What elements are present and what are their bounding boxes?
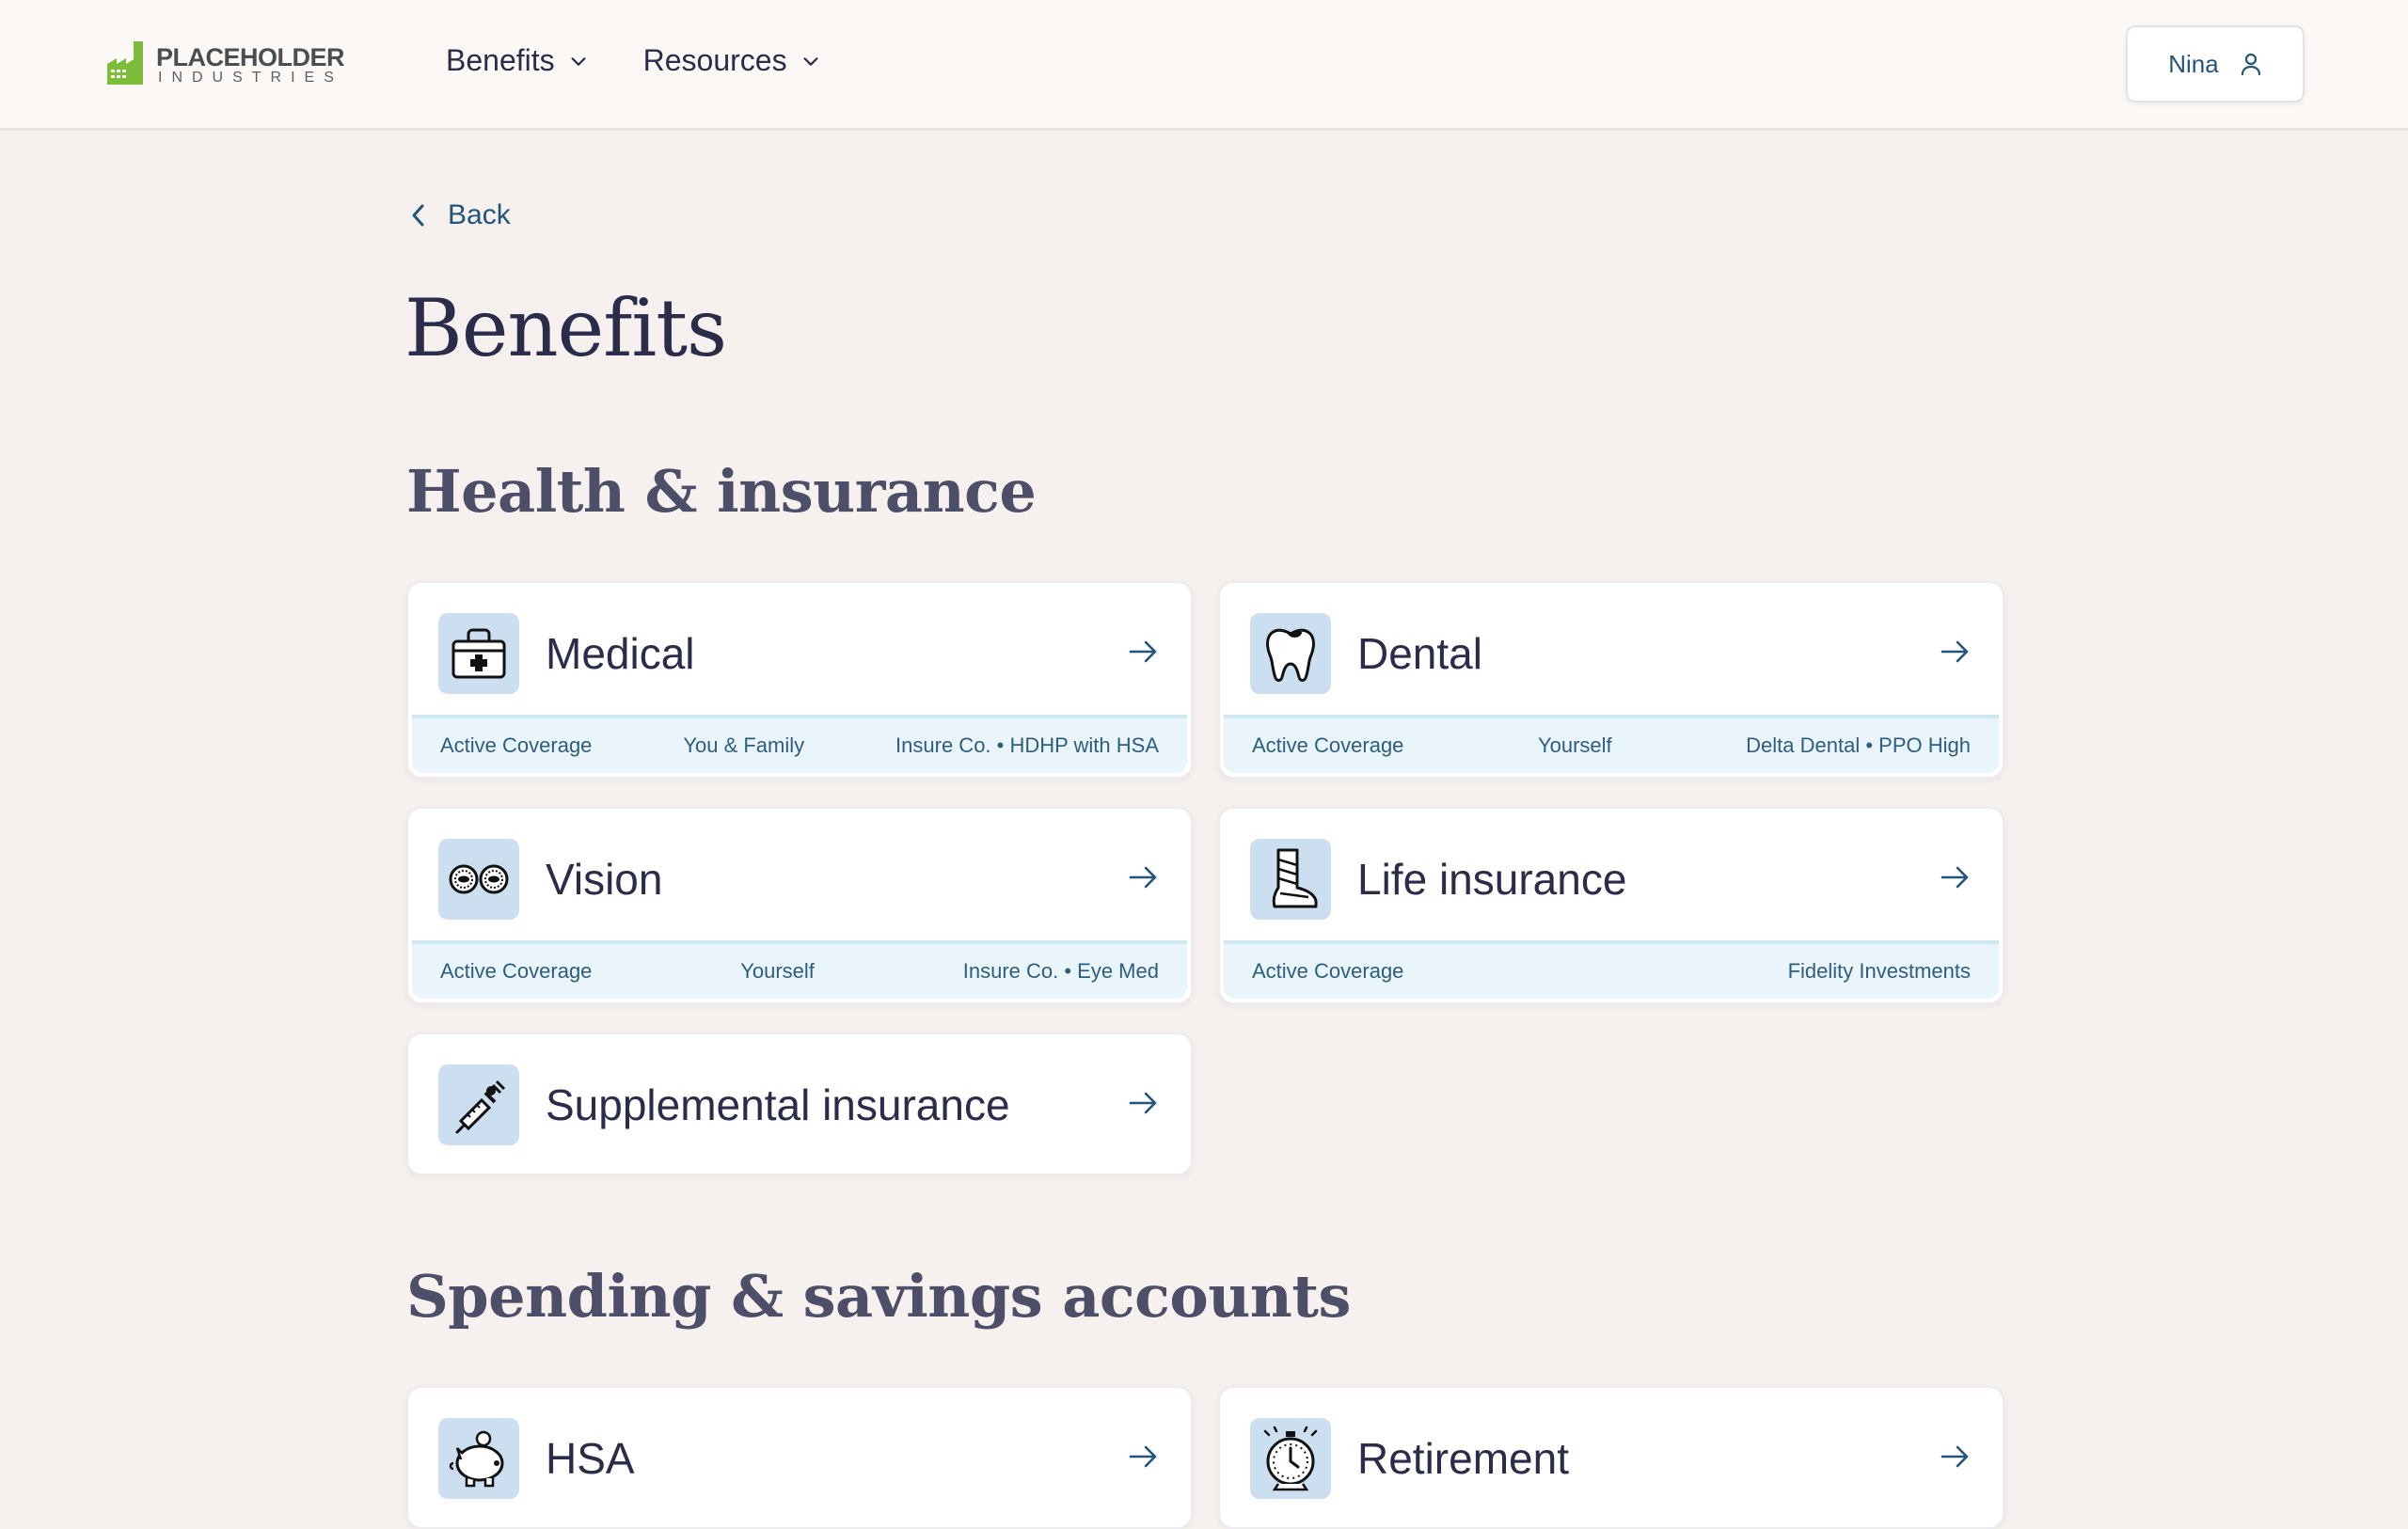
- eyes-icon: [438, 839, 519, 920]
- card-title: Retirement: [1357, 1434, 1569, 1483]
- card-coverage-summary: Active Coverage Yourself Insure Co. • Ey…: [412, 940, 1187, 999]
- arrow-right-icon: [1941, 640, 1969, 663]
- card-title: HSA: [546, 1434, 635, 1483]
- back-label: Back: [448, 199, 511, 230]
- stopwatch-icon: [1250, 1418, 1331, 1499]
- coverage-plan: Insure Co. • Eye Med: [962, 959, 1159, 983]
- nav-resources-dropdown[interactable]: Resources: [643, 43, 821, 78]
- user-icon: [2241, 53, 2260, 76]
- arrow-right-icon: [1129, 1445, 1157, 1468]
- page-title: Benefits: [404, 282, 727, 374]
- coverage-members: Yourself: [1537, 733, 1612, 757]
- section-title-spending: Spending & savings accounts: [406, 1262, 1351, 1331]
- arrow-right-icon: [1941, 866, 1969, 889]
- factory-logo-icon: [107, 41, 143, 85]
- arrow-right-icon: [1941, 1445, 1969, 1468]
- benefit-card-hsa[interactable]: HSA: [406, 1386, 1193, 1529]
- card-title: Supplemental insurance: [546, 1080, 1010, 1129]
- user-menu-button[interactable]: Nina: [2126, 25, 2305, 102]
- benefit-card-medical[interactable]: Medical Active Coverage You & Family Ins…: [406, 581, 1193, 779]
- company-logo[interactable]: PLACEHOLDER INDUSTRIES: [105, 39, 345, 88]
- leg-cast-icon: [1250, 839, 1331, 920]
- chevron-left-icon: [412, 204, 424, 227]
- logo-wordmark-bottom: INDUSTRIES: [158, 70, 343, 86]
- back-link[interactable]: Back: [408, 199, 511, 231]
- syringe-icon: [438, 1064, 519, 1145]
- card-title: Medical: [546, 629, 695, 678]
- section-title-health: Health & insurance: [406, 457, 1037, 526]
- nav-benefits-label: Benefits: [446, 43, 555, 77]
- piggy-bank-icon: [438, 1418, 519, 1499]
- logo-wordmark-top: PLACEHOLDER: [156, 43, 345, 71]
- arrow-right-icon: [1129, 866, 1157, 889]
- benefit-card-supplemental-insurance[interactable]: Supplemental insurance: [406, 1032, 1193, 1175]
- coverage-members: Yourself: [740, 959, 815, 983]
- arrow-right-icon: [1129, 1092, 1157, 1114]
- card-title: Vision: [546, 855, 663, 904]
- coverage-status: Active Coverage: [440, 959, 593, 983]
- benefit-card-retirement[interactable]: Retirement: [1218, 1386, 2004, 1529]
- first-aid-kit-icon: [438, 613, 519, 694]
- card-title: Dental: [1357, 629, 1482, 678]
- nav-resources-label: Resources: [642, 43, 787, 77]
- coverage-plan: Insure Co. • HDHP with HSA: [895, 733, 1159, 757]
- coverage-plan: Delta Dental • PPO High: [1746, 733, 1971, 757]
- benefit-card-vision[interactable]: Vision Active Coverage Yourself Insure C…: [406, 807, 1193, 1004]
- card-coverage-summary: Active Coverage Yourself Delta Dental • …: [1224, 715, 1999, 773]
- coverage-status: Active Coverage: [1252, 733, 1404, 757]
- coverage-status: Active Coverage: [440, 733, 593, 757]
- top-navigation-bar: PLACEHOLDER INDUSTRIES Benefits Resource…: [0, 0, 2408, 131]
- nav-benefits-dropdown[interactable]: Benefits: [446, 43, 589, 78]
- benefit-card-life-insurance[interactable]: Life insurance Active Coverage Fidelity …: [1218, 807, 2004, 1004]
- main-nav: Benefits Resources: [446, 43, 821, 78]
- user-name: Nina: [2168, 49, 2219, 78]
- coverage-status: Active Coverage: [1252, 959, 1404, 983]
- card-coverage-summary: Active Coverage You & Family Insure Co. …: [412, 715, 1187, 773]
- arrow-right-icon: [1129, 640, 1157, 663]
- tooth-icon: [1250, 613, 1331, 694]
- benefit-card-dental[interactable]: Dental Active Coverage Yourself Delta De…: [1218, 581, 2004, 779]
- coverage-members: You & Family: [683, 733, 805, 757]
- card-title: Life insurance: [1357, 855, 1627, 904]
- chevron-down-icon: [571, 56, 586, 66]
- coverage-plan: Fidelity Investments: [1787, 959, 1971, 983]
- card-coverage-summary: Active Coverage Fidelity Investments: [1224, 940, 1999, 999]
- chevron-down-icon: [803, 56, 818, 66]
